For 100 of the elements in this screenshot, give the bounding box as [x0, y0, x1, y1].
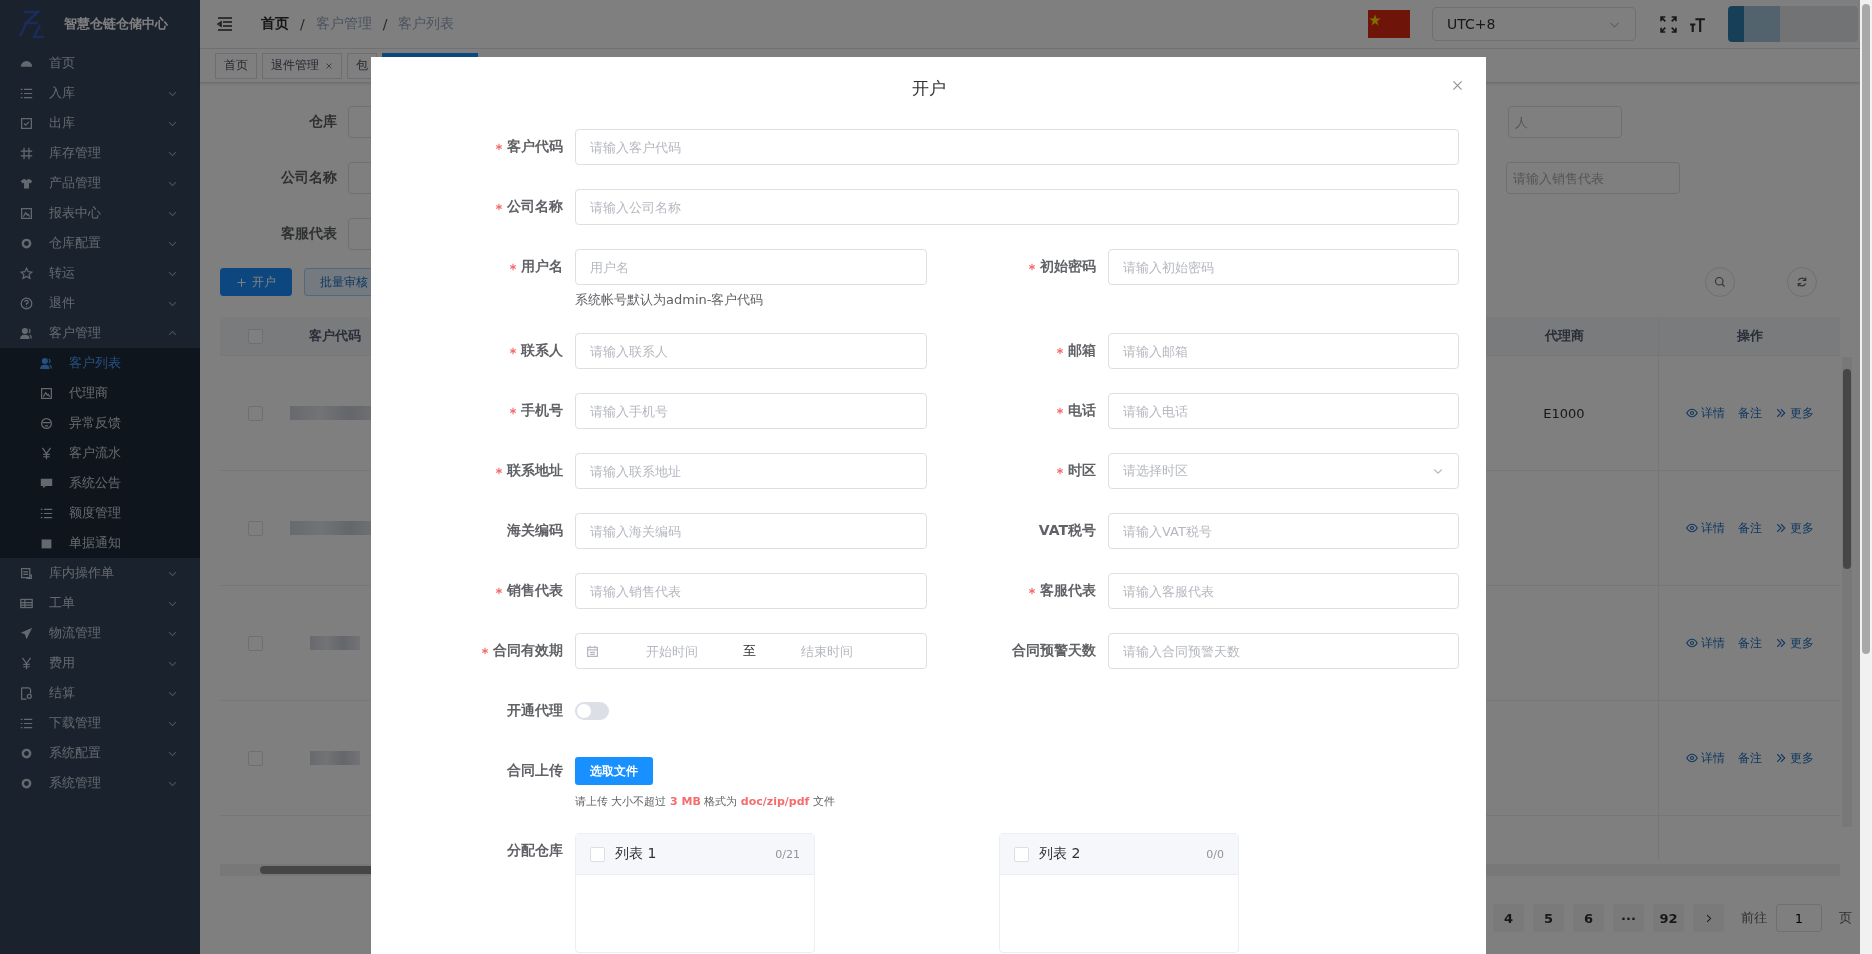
notes-link[interactable]: 备注 [1737, 519, 1762, 537]
next-page-button[interactable] [1693, 904, 1724, 932]
panel-title: 列表 1 [615, 845, 657, 863]
search-button[interactable] [1705, 267, 1735, 297]
users-icon [20, 326, 33, 340]
form-label: 海关编码 [507, 522, 563, 540]
menu-item[interactable]: 下载管理 [0, 708, 200, 738]
page-button[interactable]: 92 [1653, 904, 1684, 932]
timezone-select[interactable]: UTC+8 [1432, 7, 1636, 41]
table-cell: E1000 [1543, 405, 1585, 421]
notes-link[interactable]: 备注 [1737, 634, 1762, 652]
text-input[interactable]: 请输入公司名称 [575, 189, 1459, 225]
text-input[interactable]: 用户名 [575, 249, 927, 285]
page-button[interactable]: 5 [1533, 904, 1564, 932]
checkbox[interactable] [590, 846, 605, 862]
refresh-icon [1796, 276, 1808, 288]
yen-icon [40, 446, 53, 460]
menu-item[interactable]: 转运 [0, 258, 200, 288]
submenu-item[interactable]: 单据通知 [0, 528, 200, 558]
menu-item[interactable]: 产品管理 [0, 168, 200, 198]
menu-item[interactable]: 出库 [0, 108, 200, 138]
upload-button[interactable]: 选取文件 [575, 757, 653, 785]
tab[interactable]: 退件管理 [262, 52, 342, 79]
menu-fold-icon [216, 16, 234, 32]
text-input[interactable]: 请输入客服代表 [1108, 573, 1459, 609]
menu-item[interactable]: 退件 [0, 288, 200, 318]
double-chevron-icon [1774, 407, 1787, 419]
submenu-item[interactable]: 代理商 [0, 378, 200, 408]
date-range-field[interactable]: 开始时间 至 结束时间 [575, 633, 927, 669]
menu-item[interactable]: 首页 [0, 48, 200, 78]
text-input[interactable]: 请输入初始密码 [1108, 249, 1459, 285]
send-icon [20, 626, 33, 640]
submenu-item[interactable]: 系统公告 [0, 468, 200, 498]
submenu-item[interactable]: 异常反馈 [0, 408, 200, 438]
submenu-item[interactable]: 额度管理 [0, 498, 200, 528]
form-label: 用户名 [521, 258, 563, 276]
more-link[interactable]: 更多 [1774, 749, 1814, 767]
menu-item[interactable]: 系统配置 [0, 738, 200, 768]
checkbox[interactable] [1014, 846, 1029, 862]
double-chevron-icon [1774, 752, 1787, 764]
notes-link[interactable]: 备注 [1737, 404, 1762, 422]
menu-item[interactable]: 费用 [0, 648, 200, 678]
text-input[interactable]: 请输入合同预警天数 [1108, 633, 1459, 669]
star-icon [20, 266, 33, 280]
menu-item[interactable]: 库内操作单 [0, 558, 200, 588]
text-input[interactable]: 请输入海关编码 [575, 513, 927, 549]
text-input[interactable]: 请输入邮箱 [1108, 333, 1459, 369]
details-link[interactable]: 详情 [1685, 519, 1725, 537]
page-input[interactable]: 1 [1776, 904, 1822, 932]
page-button[interactable]: 6 [1573, 904, 1604, 932]
menu-item[interactable]: 物流管理 [0, 618, 200, 648]
more-link[interactable]: 更多 [1774, 404, 1814, 422]
form-label: 初始密码 [1040, 258, 1096, 276]
page-button[interactable]: 4 [1493, 904, 1524, 932]
menu-item[interactable]: 客户管理 [0, 318, 200, 348]
select-field[interactable]: 请选择时区 [1108, 453, 1459, 489]
menu-item[interactable]: 系统管理 [0, 768, 200, 798]
filter-label: 仓库 [308, 113, 338, 131]
refresh-button[interactable] [1787, 267, 1817, 297]
blurred-text [310, 751, 360, 765]
page-button[interactable]: ··· [1613, 904, 1644, 932]
item-count: 0/0 [1206, 847, 1224, 861]
notes-link[interactable]: 备注 [1737, 749, 1762, 767]
menu-item[interactable]: 库存管理 [0, 138, 200, 168]
eye-icon [1685, 637, 1698, 649]
menu-item[interactable]: 仓库配置 [0, 228, 200, 258]
double-chevron-icon [1774, 522, 1787, 534]
end-date-input[interactable]: 结束时间 [760, 642, 894, 660]
menu-item[interactable]: 工单 [0, 588, 200, 618]
add-button[interactable]: 开户 [220, 268, 292, 296]
text-input[interactable]: 请输入联系人 [575, 333, 927, 369]
receipt-icon [20, 686, 33, 700]
text-input[interactable]: 请输入电话 [1108, 393, 1459, 429]
submenu-item[interactable]: 客户流水 [0, 438, 200, 468]
text-input[interactable]: 请输入手机号 [575, 393, 927, 429]
breadcrumb-separator: / [382, 16, 388, 32]
form-label: 合同上传 [507, 762, 563, 780]
details-link[interactable]: 详情 [1685, 749, 1725, 767]
document-icon [20, 566, 33, 580]
details-link[interactable]: 详情 [1685, 404, 1725, 422]
form-label: 时区 [1068, 462, 1096, 480]
menu-item[interactable]: 入库 [0, 78, 200, 108]
toggle-switch[interactable] [575, 702, 609, 720]
text-input[interactable]: 请输入客户代码 [575, 129, 1459, 165]
breadcrumb-link[interactable]: 首页 [261, 15, 289, 33]
text-input[interactable]: 请输入VAT税号 [1108, 513, 1459, 549]
more-link[interactable]: 更多 [1774, 634, 1814, 652]
start-date-input[interactable]: 开始时间 [605, 642, 739, 660]
menu-item[interactable]: 结算 [0, 678, 200, 708]
more-link[interactable]: 更多 [1774, 519, 1814, 537]
list-icon [20, 716, 33, 730]
menu-item[interactable]: 报表中心 [0, 198, 200, 228]
checkbox-icon [20, 116, 33, 130]
text-input[interactable]: 请输入联系地址 [575, 453, 927, 489]
tab[interactable]: 首页 [215, 52, 257, 79]
details-link[interactable]: 详情 [1685, 634, 1725, 652]
eye-icon [1685, 752, 1698, 764]
text-input[interactable]: 请输入销售代表 [575, 573, 927, 609]
flag-icon[interactable] [1368, 10, 1410, 38]
submenu-item[interactable]: 客户列表 [0, 348, 200, 378]
